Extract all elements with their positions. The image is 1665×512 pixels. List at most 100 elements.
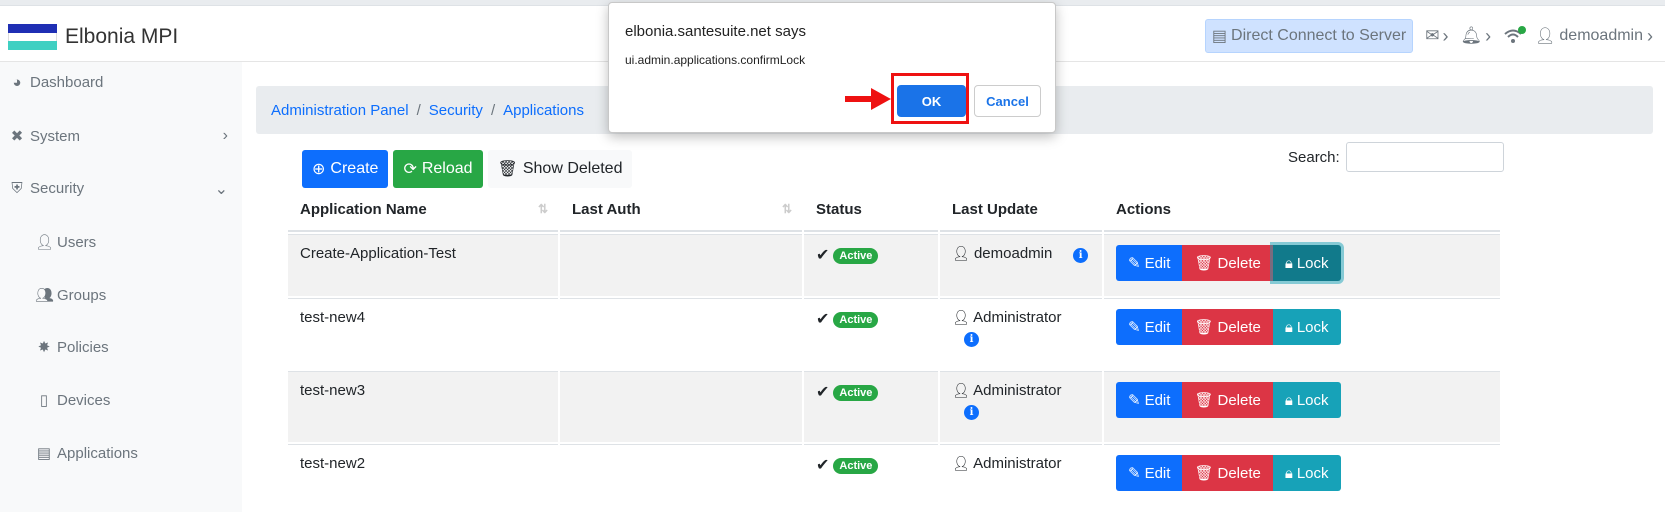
status-badge: Active (833, 385, 879, 402)
delete-label: Delete (1217, 318, 1261, 336)
sidebar-item-label: Applications (57, 444, 138, 462)
lock-button[interactable]: 🔒︎ Lock (1272, 382, 1341, 418)
delete-button[interactable]: 🗑︎ Delete (1182, 245, 1273, 281)
lock-button[interactable]: 🔒︎ Lock (1272, 245, 1341, 281)
navbar-right: ▤ Direct Connect to Server ✉ › 🔔︎ › 👤︎ dem… (1204, 19, 1653, 53)
tablet-icon: ▯ (39, 392, 49, 409)
breadcrumb-administration[interactable]: Administration Panel (271, 102, 409, 119)
sidebar-item-security[interactable]: ⛨ Security ⌄ (8, 180, 228, 198)
sidebar-item-label: Users (57, 233, 97, 251)
breadcrumb-applications[interactable]: Applications (503, 102, 584, 119)
users-icon: 👥︎ (35, 287, 55, 304)
trash-icon: 🗑︎ (1194, 465, 1214, 482)
reload-button[interactable]: ⟳ Reload (393, 150, 483, 188)
cell-last-update: 👤︎ Administrator i (940, 371, 1102, 442)
create-button[interactable]: ⊕ Create (302, 150, 389, 188)
delete-button[interactable]: 🗑︎ Delete (1182, 382, 1273, 418)
lock-label: Lock (1296, 464, 1329, 482)
info-icon[interactable]: i (964, 405, 979, 420)
user-icon: 👤︎ (952, 245, 970, 261)
table-row: test-new3 ✔ Active 👤︎ Administrator i ✎ Edi… (288, 371, 1500, 442)
sync-icon: ⟳ (403, 161, 417, 178)
breadcrumb-separator: / (490, 101, 496, 119)
trash-icon: 🗑︎ (497, 161, 518, 178)
sidebar-item-dashboard[interactable]: ◕ Dashboard (8, 74, 228, 91)
search: Search: (1288, 142, 1504, 172)
sidebar-item-label: Groups (57, 286, 107, 304)
header-label: Last Update (952, 200, 1038, 218)
delete-button[interactable]: 🗑︎ Delete (1182, 455, 1273, 491)
sidebar-item-label: Security (30, 180, 85, 197)
trash-icon: 🗑︎ (1194, 319, 1214, 336)
delete-label: Delete (1217, 464, 1261, 482)
check-icon: ✔ (816, 247, 830, 264)
cell-name: Create-Application-Test (288, 234, 558, 296)
brand[interactable]: Elbonia MPI (8, 24, 178, 50)
cell-last-update: 👤︎ Administrator i (940, 298, 1102, 369)
chevron-right-icon: › (1485, 25, 1492, 46)
lock-icon: 🔒︎ (1284, 464, 1293, 482)
cell-actions: ✎ Edit 🗑︎ Delete 🔒︎ Lock (1104, 298, 1500, 369)
sidebar-item-system[interactable]: ✖ System › (8, 127, 228, 145)
sidebar-item-applications[interactable]: ▤ Applications (35, 444, 255, 463)
sidebar-item-label: Dashboard (30, 74, 104, 91)
header-label: Application Name (300, 200, 427, 218)
cell-actions: ✎ Edit 🗑︎ Delete 🔒︎ Lock (1104, 234, 1500, 296)
breadcrumb-separator: / (416, 101, 421, 119)
edit-label: Edit (1144, 464, 1171, 482)
plus-circle-icon: ⊕ (312, 161, 326, 178)
user-menu[interactable]: 👤︎ demoadmin › (1535, 26, 1653, 47)
column-header-last-auth[interactable]: Last Auth ⇅ (560, 188, 802, 232)
column-header-actions: Actions (1104, 188, 1500, 232)
sidebar-item-label: Policies (57, 338, 109, 356)
check-icon: ✔ (816, 311, 830, 328)
shield-icon: ⛨ (11, 180, 23, 197)
applications-table: Application Name ⇅ Last Auth ⇅ Status Last… (286, 186, 1502, 503)
edit-label: Edit (1144, 391, 1171, 409)
delete-button[interactable]: 🗑︎ Delete (1182, 309, 1273, 345)
search-input[interactable] (1345, 142, 1504, 172)
dialog-cancel-button[interactable]: Cancel (974, 85, 1041, 117)
connection-status[interactable] (1503, 26, 1527, 44)
column-header-last-update: Last Update (940, 188, 1102, 232)
user-icon: 👤︎ (952, 455, 970, 471)
lock-label: Lock (1296, 318, 1329, 336)
toolbar: ⊕ Create ⟳ Reload 🗑︎ Show Deleted (302, 150, 633, 188)
show-deleted-button[interactable]: 🗑︎ Show Deleted (487, 150, 633, 188)
sidebar: ◕ Dashboard ✖ System › ⛨ Security ⌄ 👤︎ U… (0, 62, 242, 512)
cell-status: ✔ Active (804, 444, 938, 501)
ok-highlight-box (891, 73, 969, 124)
edit-button[interactable]: ✎ Edit (1116, 245, 1183, 281)
lock-button[interactable]: 🔒︎ Lock (1272, 309, 1341, 345)
table-row: Create-Application-Test ✔ Active 👤︎ demoa… (288, 234, 1500, 296)
sidebar-item-devices[interactable]: ▯ Devices (35, 391, 255, 410)
chevron-right-icon: › (222, 127, 228, 144)
notifications-menu[interactable]: 🔔︎ › (1460, 26, 1491, 47)
lock-icon: 🔒︎ (1284, 254, 1293, 272)
edit-label: Edit (1144, 254, 1171, 272)
dialog-message: ui.admin.applications.confirmLock (625, 53, 806, 67)
lock-button[interactable]: 🔒︎ Lock (1272, 455, 1341, 491)
info-icon[interactable]: i (1073, 248, 1089, 263)
online-dot (1518, 26, 1527, 34)
edit-button[interactable]: ✎ Edit (1116, 382, 1183, 418)
edit-button[interactable]: ✎ Edit (1116, 455, 1183, 491)
mail-menu[interactable]: ✉ › (1425, 26, 1448, 47)
cell-last-auth (560, 298, 802, 369)
updated-by: Administrator (973, 309, 1062, 326)
info-icon[interactable]: i (964, 332, 979, 347)
edit-button[interactable]: ✎ Edit (1116, 309, 1183, 345)
sidebar-item-users[interactable]: 👤︎ Users (35, 233, 255, 252)
column-header-name[interactable]: Application Name ⇅ (288, 188, 558, 232)
breadcrumb-security[interactable]: Security (429, 102, 483, 119)
trash-icon: 🗑︎ (1194, 255, 1214, 272)
dialog-title: elbonia.santesuite.net says (625, 23, 806, 40)
sidebar-item-groups[interactable]: 👥︎ Groups (35, 286, 255, 305)
flag-logo (8, 24, 57, 50)
cell-actions: ✎ Edit 🗑︎ Delete 🔒︎ Lock (1104, 371, 1500, 442)
status-badge: Active (833, 312, 879, 329)
sidebar-item-policies[interactable]: ✸ Policies (35, 338, 255, 357)
username: demoadmin (1559, 27, 1643, 44)
direct-connect-button[interactable]: ▤ Direct Connect to Server (1204, 19, 1414, 53)
delete-label: Delete (1217, 254, 1261, 272)
